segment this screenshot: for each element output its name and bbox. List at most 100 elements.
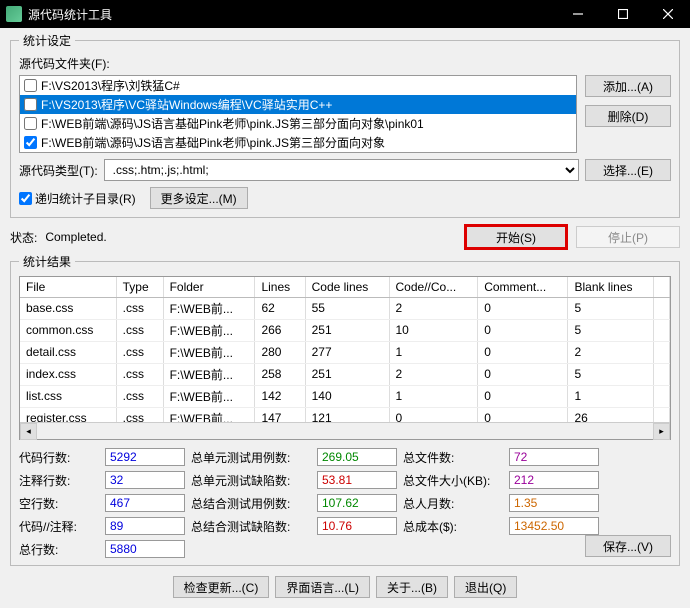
table-cell: F:\WEB前... xyxy=(163,385,255,407)
table-cell: 0 xyxy=(478,341,568,363)
horizontal-scrollbar[interactable]: ◂ ▸ xyxy=(20,422,670,439)
column-header[interactable]: Lines xyxy=(255,277,305,297)
start-button[interactable]: 开始(S) xyxy=(464,224,568,250)
table-cell: 0 xyxy=(389,407,478,422)
stat-label: 总结合测试用例数: xyxy=(191,495,311,512)
recurse-checkbox[interactable] xyxy=(19,192,32,205)
table-row[interactable]: list.css.cssF:\WEB前...142140101 xyxy=(20,385,670,407)
table-cell: 1 xyxy=(568,385,654,407)
app-icon xyxy=(6,6,22,22)
stat-label: 代码行数: xyxy=(19,449,99,466)
folder-item[interactable]: F:\WEB前端\源码\JS语言基础Pink老师\pink.JS第三部分面向对象… xyxy=(20,114,576,133)
type-select[interactable]: .css;.htm;.js;.html; xyxy=(104,159,579,181)
table-row[interactable]: detail.css.cssF:\WEB前...280277102 xyxy=(20,341,670,363)
close-button[interactable] xyxy=(645,0,690,28)
stat-comment-lines: 32 xyxy=(105,471,185,489)
table-cell: .css xyxy=(116,363,163,385)
more-settings-button[interactable]: 更多设定...(M) xyxy=(150,187,248,209)
table-cell: 2 xyxy=(389,363,478,385)
maximize-button[interactable] xyxy=(600,0,645,28)
column-header[interactable]: Folder xyxy=(163,277,255,297)
check-update-button[interactable]: 检查更新...(C) xyxy=(173,576,270,598)
results-legend: 统计结果 xyxy=(19,253,75,270)
table-cell: register.css xyxy=(20,407,116,422)
save-button[interactable]: 保存...(V) xyxy=(585,535,671,557)
table-row[interactable]: common.css.cssF:\WEB前...2662511005 xyxy=(20,319,670,341)
stat-code-comment: 89 xyxy=(105,517,185,535)
stat-label: 注释行数: xyxy=(19,472,99,489)
table-cell: 277 xyxy=(305,341,389,363)
column-header[interactable]: File xyxy=(20,277,116,297)
about-button[interactable]: 关于...(B) xyxy=(376,576,448,598)
stat-label: 总成本($): xyxy=(403,518,503,535)
table-cell: 10 xyxy=(389,319,478,341)
minimize-button[interactable] xyxy=(555,0,600,28)
stat-label: 总文件大小(KB): xyxy=(403,472,503,489)
table-cell: 0 xyxy=(478,407,568,422)
stat-unit-cases: 269.05 xyxy=(317,448,397,466)
table-cell: 266 xyxy=(255,319,305,341)
table-cell: F:\WEB前... xyxy=(163,319,255,341)
scroll-right-arrow[interactable]: ▸ xyxy=(653,423,670,440)
stat-label: 总人月数: xyxy=(403,495,503,512)
results-table-scroll[interactable]: FileTypeFolderLinesCode linesCode//Co...… xyxy=(20,277,670,422)
column-header[interactable]: Code//Co... xyxy=(389,277,478,297)
window-title: 源代码统计工具 xyxy=(28,6,555,23)
table-cell: 251 xyxy=(305,319,389,341)
table-cell: index.css xyxy=(20,363,116,385)
table-cell: 140 xyxy=(305,385,389,407)
stat-label: 总行数: xyxy=(19,541,99,558)
table-cell: 1 xyxy=(389,341,478,363)
folder-checkbox[interactable] xyxy=(24,98,37,111)
table-cell: .css xyxy=(116,341,163,363)
stat-combo-cases: 107.62 xyxy=(317,494,397,512)
table-row[interactable]: index.css.cssF:\WEB前...258251205 xyxy=(20,363,670,385)
table-cell: 251 xyxy=(305,363,389,385)
add-folder-button[interactable]: 添加...(A) xyxy=(585,75,671,97)
table-cell: common.css xyxy=(20,319,116,341)
stat-label: 空行数: xyxy=(19,495,99,512)
stat-label: 总单元测试缺陷数: xyxy=(191,472,311,489)
table-cell: detail.css xyxy=(20,341,116,363)
table-cell: base.css xyxy=(20,297,116,319)
exit-button[interactable]: 退出(Q) xyxy=(454,576,517,598)
language-button[interactable]: 界面语言...(L) xyxy=(275,576,370,598)
column-header[interactable]: Blank lines xyxy=(568,277,654,297)
stat-label: 总结合测试缺陷数: xyxy=(191,518,311,535)
column-header[interactable]: Type xyxy=(116,277,163,297)
table-cell: 5 xyxy=(568,297,654,319)
folder-item[interactable]: F:\VS2013\程序\VC驿站Windows编程\VC驿站实用C++ xyxy=(20,95,576,114)
stat-total-lines: 5880 xyxy=(105,540,185,558)
folder-checkbox[interactable] xyxy=(24,79,37,92)
table-cell: .css xyxy=(116,407,163,422)
delete-folder-button[interactable]: 删除(D) xyxy=(585,105,671,127)
folder-checkbox[interactable] xyxy=(24,117,37,130)
table-row[interactable]: base.css.cssF:\WEB前...6255205 xyxy=(20,297,670,319)
folder-item[interactable]: F:\VS2013\程序\刘铁猛C# xyxy=(20,76,576,95)
table-cell: .css xyxy=(116,319,163,341)
folder-item[interactable]: F:\WEB前端\源码\JS语言基础Pink老师\pink.JS第三部分面向对象 xyxy=(20,133,576,152)
column-header[interactable]: Code lines xyxy=(305,277,389,297)
folder-listbox[interactable]: F:\VS2013\程序\刘铁猛C#F:\VS2013\程序\VC驿站Windo… xyxy=(19,75,577,153)
stat-blank-lines: 467 xyxy=(105,494,185,512)
stat-total-files: 72 xyxy=(509,448,599,466)
type-label: 源代码类型(T): xyxy=(19,162,98,179)
table-cell: 0 xyxy=(478,297,568,319)
recurse-checkbox-label[interactable]: 递归统计子目录(R) xyxy=(19,190,136,207)
results-group: 统计结果 FileTypeFolderLinesCode linesCode//… xyxy=(10,253,680,566)
stat-code-lines: 5292 xyxy=(105,448,185,466)
table-cell: 0 xyxy=(478,363,568,385)
folder-path: F:\WEB前端\源码\JS语言基础Pink老师\pink.JS第三部分面向对象 xyxy=(41,134,385,151)
scroll-left-arrow[interactable]: ◂ xyxy=(20,423,37,440)
table-cell: 121 xyxy=(305,407,389,422)
table-cell: 147 xyxy=(255,407,305,422)
table-row[interactable]: register.css.cssF:\WEB前...1471210026 xyxy=(20,407,670,422)
table-cell: 258 xyxy=(255,363,305,385)
column-header[interactable]: Comment... xyxy=(478,277,568,297)
table-cell: F:\WEB前... xyxy=(163,297,255,319)
table-cell: list.css xyxy=(20,385,116,407)
folder-checkbox[interactable] xyxy=(24,136,37,149)
table-cell: 26 xyxy=(568,407,654,422)
select-type-button[interactable]: 选择...(E) xyxy=(585,159,671,181)
table-cell: 280 xyxy=(255,341,305,363)
